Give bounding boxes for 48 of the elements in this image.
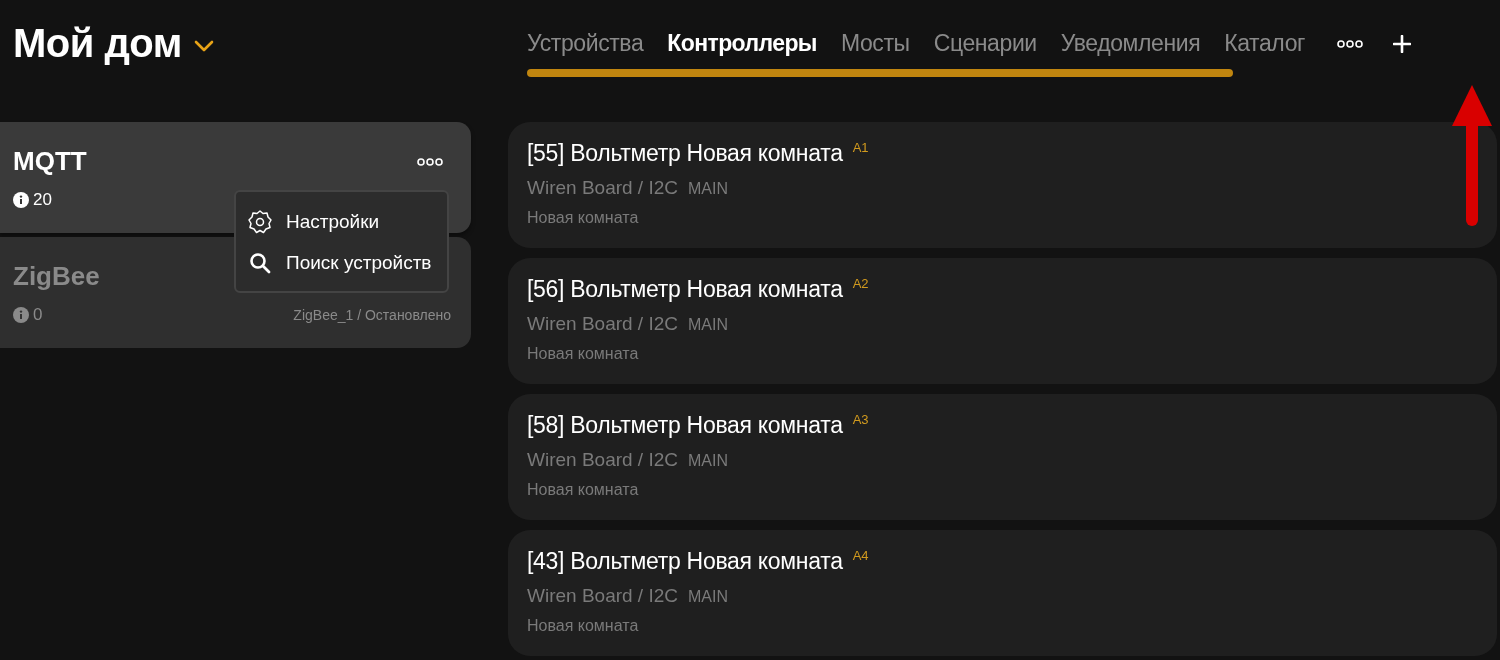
device-name: [56] Вольтметр Новая комната	[527, 276, 843, 303]
device-address: A1	[852, 140, 869, 155]
controller-status: ZigBee_1 / Остановлено	[293, 307, 451, 323]
device-card[interactable]: [55] Вольтметр Новая комната A1 Wiren Board / I2C MAIN Новая комната	[508, 122, 1497, 248]
tab[interactable]: Мосты	[840, 30, 910, 57]
controller-name: ZigBee	[13, 261, 100, 292]
search-icon	[249, 252, 271, 275]
device-bus: MAIN	[688, 452, 728, 470]
device-card[interactable]: [43] Вольтметр Новая комната A4 Wiren Board / I2C MAIN Новая комната	[508, 530, 1497, 656]
device-room: Новая комната	[527, 481, 640, 499]
device-address: A4	[852, 548, 869, 563]
device-bus: MAIN	[688, 180, 728, 198]
tab[interactable]: Сценарии	[933, 30, 1037, 57]
tab[interactable]: Устройства	[527, 30, 644, 57]
device-room: Новая комната	[527, 617, 640, 635]
device-source: Wiren Board / I2C	[527, 449, 678, 471]
more-icon[interactable]	[417, 156, 443, 167]
add-icon[interactable]	[1393, 34, 1411, 53]
device-source: Wiren Board / I2C	[527, 177, 678, 199]
caret-icon[interactable]	[193, 40, 214, 52]
tab[interactable]: Контроллеры	[667, 30, 817, 57]
info-icon	[13, 307, 29, 323]
device-bus: MAIN	[688, 316, 728, 334]
more-icon[interactable]	[1337, 38, 1363, 49]
device-bus: MAIN	[688, 588, 728, 606]
menu-label: Настройки	[286, 210, 380, 233]
device-source: Wiren Board / I2C	[527, 585, 678, 607]
menu-item[interactable]: Настройки	[246, 208, 437, 235]
device-count: 0	[33, 305, 43, 325]
device-count: 20	[33, 190, 52, 210]
device-name: [55] Вольтметр Новая комната	[527, 140, 843, 167]
device-room: Новая комната	[527, 209, 640, 227]
tab[interactable]: Каталог	[1224, 30, 1305, 57]
page-title: Мой дом	[13, 20, 182, 66]
device-source: Wiren Board / I2C	[527, 313, 678, 335]
device-card[interactable]: [58] Вольтметр Новая комната A3 Wiren Board / I2C MAIN Новая комната	[508, 394, 1497, 520]
device-room: Новая комната	[527, 345, 640, 363]
menu-label: Поиск устройств	[286, 252, 432, 275]
device-address: A3	[852, 412, 869, 427]
device-card[interactable]: [56] Вольтметр Новая комната A2 Wiren Board / I2C MAIN Новая комната	[508, 258, 1497, 384]
settings-icon	[247, 208, 273, 235]
info-icon	[13, 192, 29, 208]
controller-name: MQTT	[13, 146, 87, 177]
device-address: A2	[852, 276, 869, 291]
device-name: [43] Вольтметр Новая комната	[527, 548, 843, 575]
device-name: [58] Вольтметр Новая комната	[527, 412, 843, 439]
tab[interactable]: Уведомления	[1060, 30, 1201, 57]
menu-item[interactable]: Поиск устройств	[246, 252, 437, 275]
